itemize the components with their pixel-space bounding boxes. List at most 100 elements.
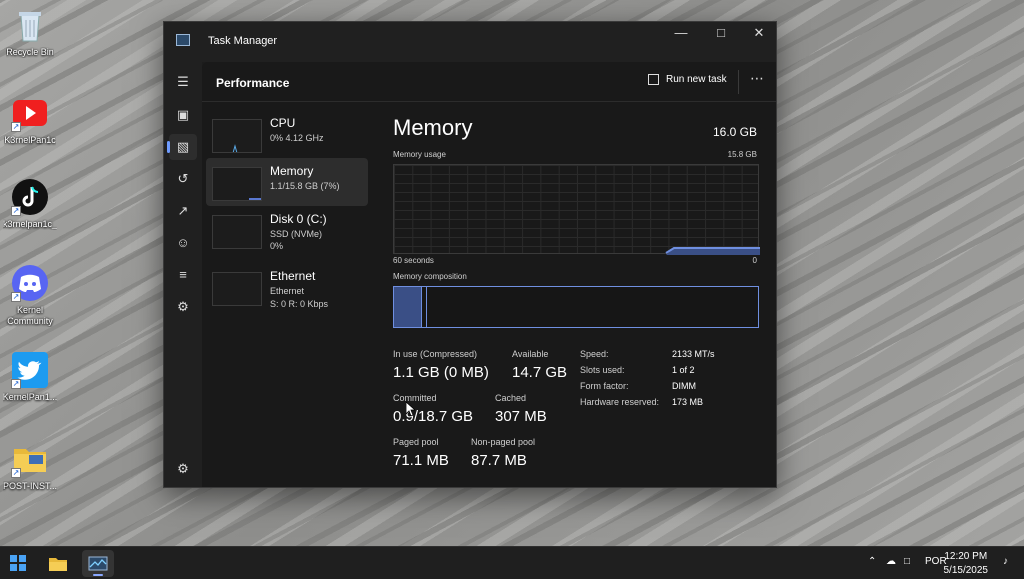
navigation-rail: ☰ ▣ ▧ ↺ ↗ ☺ ≡ ⚙ ⚙ [164,62,202,487]
desktop-icon-label: Kernel Community [7,305,53,326]
resource-item-cpu[interactable]: CPU 0% 4.12 GHz [206,110,368,158]
memory-usage-graph [393,164,760,255]
task-manager-taskbar-button[interactable] [82,550,114,577]
more-options-icon[interactable]: ⋯ [750,70,765,87]
processes-icon[interactable]: ▣ [169,102,197,128]
system-clock[interactable]: 12:20 PM 5/15/2025 [944,550,989,578]
resource-detail: 0% 4.12 GHz [270,133,324,143]
resource-detail: S: 0 R: 0 Kbps [270,299,329,309]
ethernet-sparkline [212,272,262,306]
spec-value: 1 of 2 [672,365,695,375]
desktop-icon-label: POST-INST... [3,481,58,491]
details-icon[interactable]: ≡ [169,262,197,288]
task-manager-icon [176,34,190,46]
desktop-icon-label: k3rnelpan1c_ [2,219,58,229]
spec-value: 2133 MT/s [672,349,715,359]
spec-label: Slots used: [580,365,625,375]
desktop-icon-post-install[interactable]: ↗ POST-INST... [3,440,58,492]
twitter-icon: ↗ [11,351,49,389]
network-icon[interactable]: □ [904,556,910,567]
maximize-button[interactable]: □ [702,22,740,50]
cpu-sparkline [212,119,262,153]
shortcut-arrow-icon: ↗ [11,122,21,132]
run-task-icon [648,74,659,85]
graph-time-right: 0 [752,256,757,265]
resource-item-disk[interactable]: Disk 0 (C:) SSD (NVMe) 0% [206,206,368,254]
spec-value: DIMM [672,381,696,391]
desktop-icon-twitter[interactable]: ↗ KernelPan1... [2,351,58,403]
spec-label: Form factor: [580,381,629,391]
performance-icon[interactable]: ▧ [167,134,197,160]
desktop-icon-tiktok[interactable]: ↗ k3rnelpan1c_ [2,178,58,230]
in-use-value: 1.1 GB (0 MB) [393,364,489,381]
youtube-icon: ↗ [11,94,49,132]
memory-usage-max: 15.8 GB [727,150,757,159]
header-separator [738,70,739,94]
paged-pool-label: Paged pool [393,437,439,447]
settings-gear-icon[interactable]: ⚙ [169,456,197,482]
window-title: Task Manager [208,35,278,47]
shortcut-arrow-icon: ↗ [11,292,21,302]
paged-pool-value: 71.1 MB [393,452,449,469]
cached-value: 307 MB [495,408,547,425]
desktop-icon-recycle-bin[interactable]: Recycle Bin [4,6,56,58]
resource-item-ethernet[interactable]: Ethernet Ethernet S: 0 R: 0 Kbps [206,263,368,311]
run-new-task-label: Run new task [666,74,727,85]
desktop-icon-label: K3rnelPan1c [4,135,56,145]
run-new-task-button[interactable]: Run new task [648,74,727,85]
clock-time: 12:20 PM [944,551,988,562]
close-button[interactable]: ✕ [740,22,778,50]
task-manager-window: Task Manager — □ ✕ ☰ ▣ ▧ ↺ ↗ ☺ ≡ ⚙ ⚙ Per… [163,21,777,488]
spec-label: Speed: [580,349,609,359]
taskbar: ⌃ ☁ □ POR 12:20 PM 5/15/2025 ♪ [0,546,1024,579]
graph-time-left: 60 seconds [393,256,434,265]
resource-detail: SSD (NVMe) [270,229,323,239]
resource-name: Ethernet [270,269,316,283]
desktop-icon-discord[interactable]: ↗ Kernel Community [4,264,56,327]
non-paged-pool-label: Non-paged pool [471,437,536,447]
in-use-label: In use (Compressed) [393,349,478,359]
mouse-cursor-icon [405,401,417,421]
performance-content: Performance Run new task ⋯ CPU 0% 4.12 G… [202,62,776,487]
non-paged-pool-value: 87.7 MB [471,452,527,469]
notifications-bell-icon[interactable]: ♪ [1003,556,1008,567]
page-title: Performance [216,76,290,90]
shortcut-arrow-icon: ↗ [11,379,21,389]
file-explorer-taskbar-button[interactable] [42,550,74,577]
desktop-icon-label: KernelPan1... [2,392,58,402]
memory-composition-label: Memory composition [393,272,467,281]
recycle-bin-icon [11,6,49,44]
services-icon[interactable]: ⚙ [169,294,197,320]
resource-name: Memory [270,164,314,178]
composition-in-use [394,287,422,327]
resource-name: Disk 0 (C:) [270,212,327,226]
start-button[interactable] [2,550,34,577]
resource-name: CPU [270,116,296,130]
desktop-icon-youtube[interactable]: ↗ K3rnelPan1c [4,94,56,146]
desktop-icon-label: Recycle Bin [6,47,54,57]
app-history-icon[interactable]: ↺ [169,166,197,192]
cached-label: Cached [495,393,527,403]
minimize-button[interactable]: — [662,22,700,50]
memory-composition-bar [393,286,759,328]
cloud-sync-icon[interactable]: ☁ [886,556,896,567]
memory-total: 16.0 GB [712,125,757,139]
detail-title: Memory [393,115,473,140]
shortcut-arrow-icon: ↗ [11,468,21,478]
disk-sparkline [212,215,262,249]
page-header: Performance Run new task ⋯ [202,62,776,102]
resource-detail: 1.1/15.8 GB (7%) [270,181,340,191]
tiktok-icon: ↗ [11,178,49,216]
startup-apps-icon[interactable]: ↗ [169,198,197,224]
resource-detail: Ethernet [270,286,305,296]
composition-modified [424,287,427,327]
hamburger-menu-icon[interactable]: ☰ [169,69,197,95]
show-hidden-icons-icon[interactable]: ⌃ [868,556,876,567]
clock-date: 5/15/2025 [943,565,989,576]
discord-icon: ↗ [11,264,49,302]
users-icon[interactable]: ☺ [169,230,197,256]
committed-value: 0.9/18.7 GB [393,408,474,425]
title-bar[interactable]: Task Manager — □ ✕ [164,22,776,62]
spec-label: Hardware reserved: [580,397,660,407]
resource-item-memory[interactable]: Memory 1.1/15.8 GB (7%) [206,158,368,206]
